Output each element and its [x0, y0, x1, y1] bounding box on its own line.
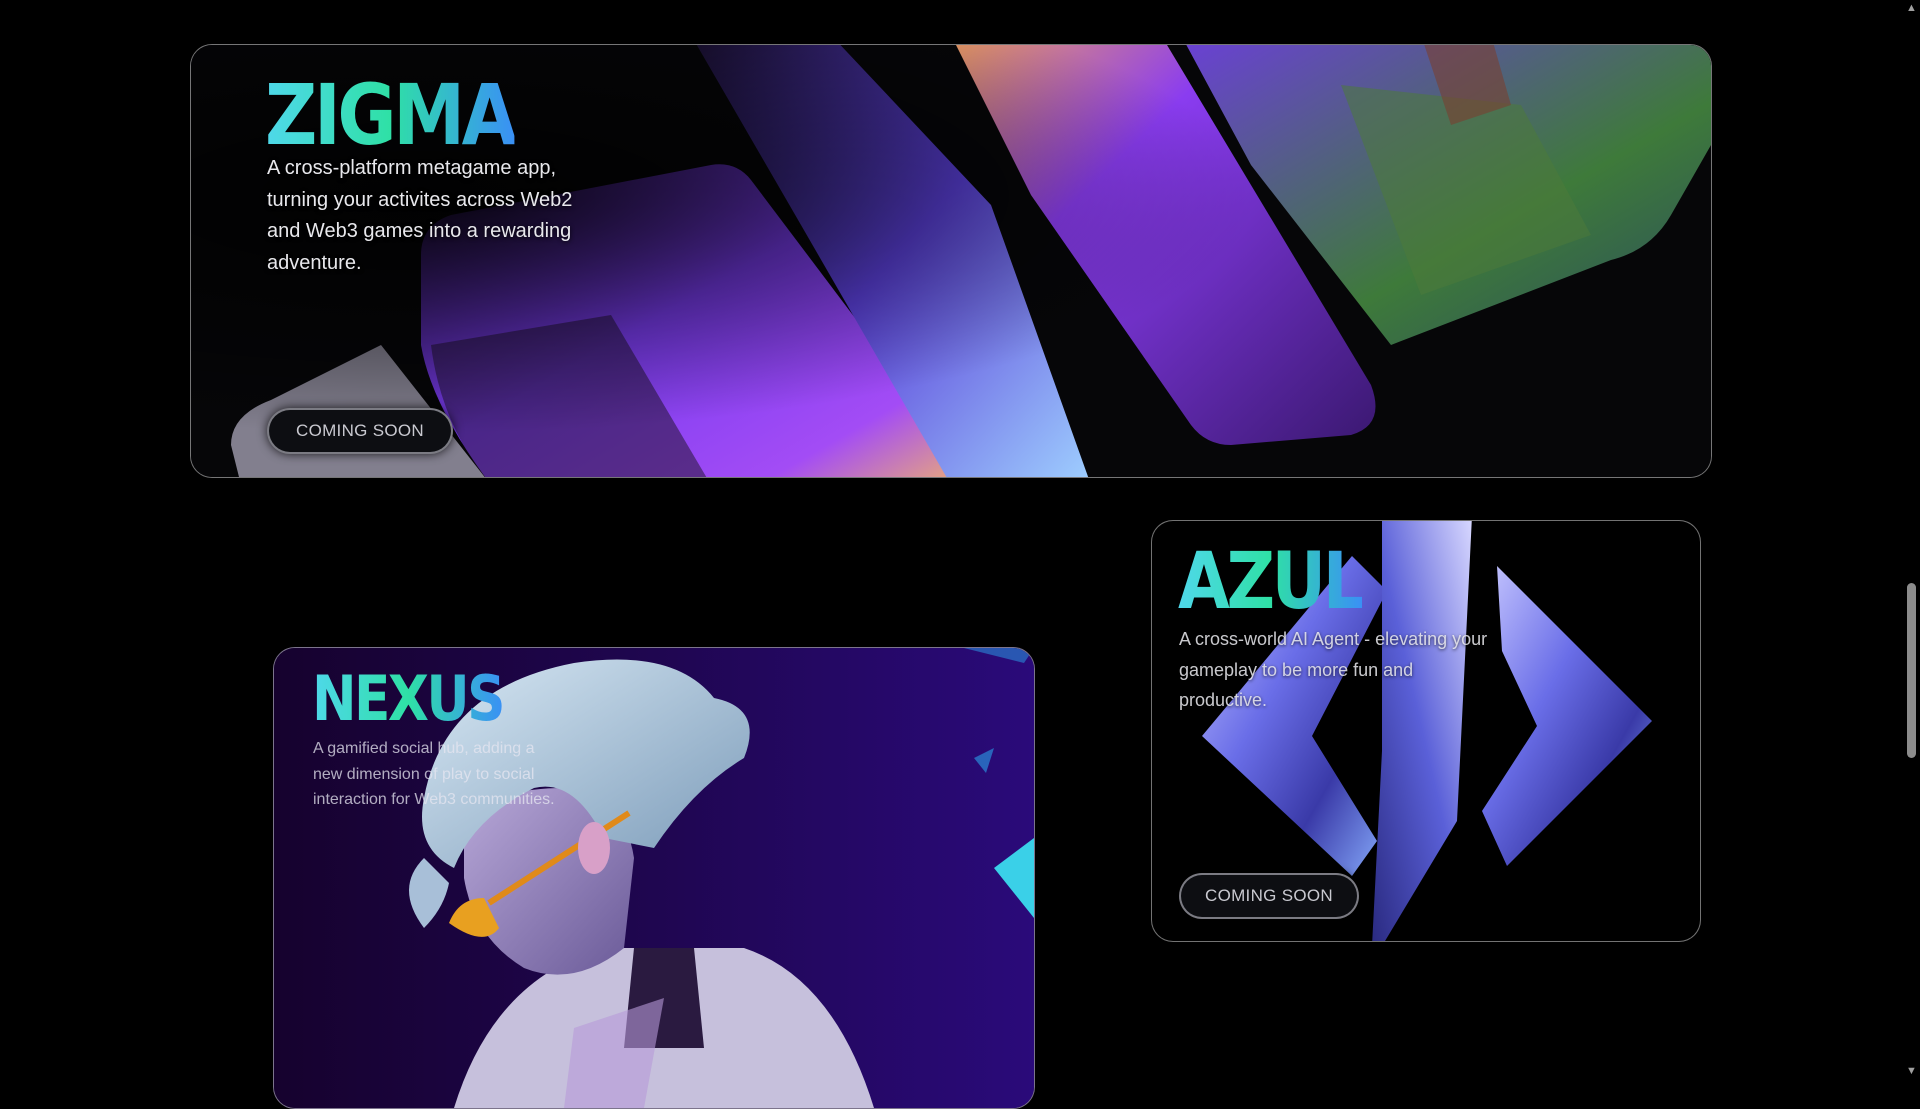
nexus-card: NEXUS A gamified social hub, adding a ne…	[273, 647, 1035, 1109]
triangle-up-icon[interactable]: ▲	[1903, 0, 1920, 17]
nexus-description: A gamified social hub, adding a new dime…	[313, 740, 555, 808]
azul-logo: AZUL	[1178, 537, 1365, 627]
zigma-logo: ZIGMA	[265, 66, 518, 164]
triangle-down-icon[interactable]: ▼	[1903, 1063, 1920, 1080]
azul-coming-soon-button[interactable]: COMING SOON	[1179, 873, 1359, 919]
page-scrollbar[interactable]: ▲ ▼	[1903, 0, 1920, 1080]
azul-card: AZUL A cross-world AI Agent - elevating …	[1151, 520, 1701, 942]
nexus-logo: NEXUS	[312, 662, 506, 735]
scrollbar-thumb[interactable]	[1907, 583, 1916, 758]
zigma-description: A cross-platform metagame app, turning y…	[267, 157, 573, 274]
azul-description: A cross-world AI Agent - elevating your …	[1179, 629, 1488, 710]
zigma-card: ZIGMA A cross-platform metagame app, tur…	[190, 44, 1712, 478]
zigma-coming-soon-button[interactable]: COMING SOON	[267, 408, 453, 454]
